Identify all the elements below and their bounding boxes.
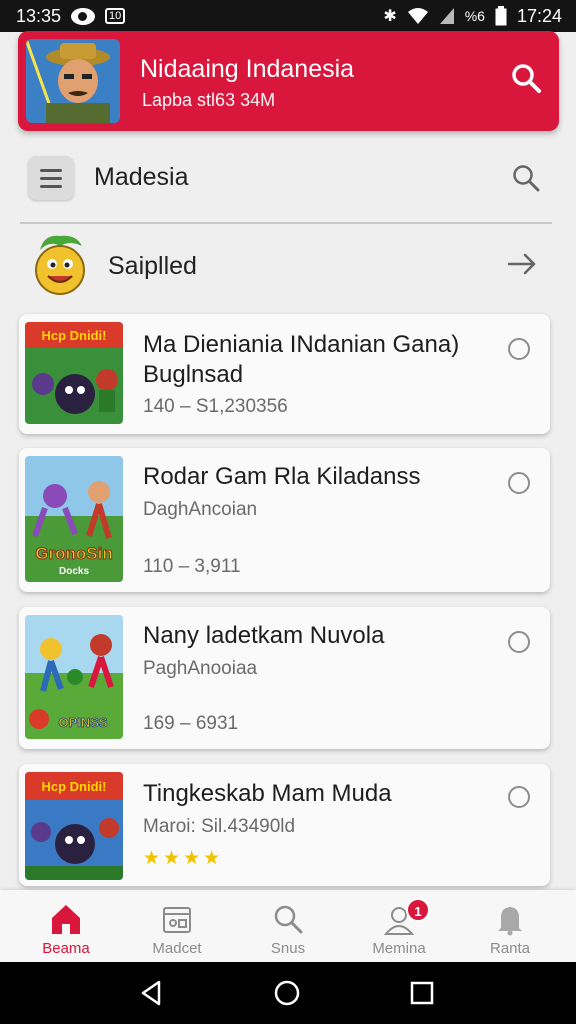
list-item[interactable]: OPINSS Nany ladetkam Nuvola PaghAnooiaa … [19,607,550,749]
list-item[interactable]: GronoSin Docks Rodar Gam Rla Kiladanss D… [19,448,550,592]
game-thumbnail: OPINSS [25,615,123,739]
app-header: Nidaaing Indanesia Lapba stl63 34M [18,31,559,131]
signal-icon [439,8,454,24]
nav-label: Beama [42,940,90,957]
back-icon[interactable] [137,978,167,1008]
radio-button[interactable] [508,786,530,808]
notification-box-icon: 10 [105,8,126,24]
radio-button[interactable] [508,338,530,360]
divider [20,222,552,224]
recents-icon[interactable] [407,978,437,1008]
status-bar: 13:35 10 ✱ %6 17:24 [0,0,576,32]
rating-stars: ★★★★ [143,848,224,869]
notification-badge: 1 [406,898,430,922]
item-title: Rodar Gam Rla Kiladanss [143,463,421,490]
section-label: Saiplled [108,252,197,280]
game-thumbnail: Hcp Dnidi! [25,772,123,880]
home-circle-icon[interactable] [272,978,302,1008]
radio-button[interactable] [508,472,530,494]
list-item[interactable]: Hcp Dnidi! Ma Dieniania INdanian Gana) B… [19,314,550,434]
nav-item-market[interactable]: Madcet [122,890,232,962]
thumb-banner-text: Hcp Dnidi! [42,328,107,343]
item-meta: 169 – 6931 [143,713,239,734]
nav-label: Ranta [489,940,531,957]
item-subtitle: Maroi: Sil.43490ld [143,816,296,837]
app-thumbnail[interactable] [26,39,120,123]
wifi-icon [407,8,428,24]
system-navigation-bar [0,962,576,1024]
toolbar: Madesia [20,150,552,206]
item-title: Nany ladetkam Nuvola [143,622,385,649]
network-label: %6 [464,8,485,24]
search-icon[interactable] [510,162,542,194]
item-title: Tingkeskab Mam Muda [143,780,392,807]
item-subtitle: PaghAnooiaa [143,658,258,679]
bluetooth-icon: ✱ [383,8,397,25]
bottom-navigation: Beama Madcet Snus 1 Memina Ranta [0,890,576,962]
nav-item-notifications[interactable]: Ranta [455,890,565,962]
home-icon [52,905,80,934]
menu-button[interactable] [28,156,74,200]
section-row[interactable]: Saiplled [20,228,552,304]
header-title: Nidaaing Indanesia [140,55,355,83]
game-thumbnail: Hcp Dnidi! [25,322,123,424]
status-time-left: 13:35 [16,5,62,26]
item-meta: 110 – 3,911 [143,556,241,577]
search-icon[interactable] [509,61,543,95]
market-icon [163,907,191,933]
game-thumbnail: GronoSin Docks [25,456,123,582]
nav-label: Memina [372,940,426,957]
nav-item-profile[interactable]: 1 Memina [344,890,454,962]
thumb-caption: GronoSin [35,544,112,563]
header-subtitle: Lapba stl63 34M [142,90,276,110]
thumb-banner-text: Hcp Dnidi! [42,779,107,794]
thumb-caption-secondary: Docks [59,566,89,577]
nav-item-home[interactable]: Beama [11,890,121,962]
nav-item-search[interactable]: Snus [233,890,343,962]
radio-button[interactable] [508,631,530,653]
menu-icon [40,168,62,172]
toolbar-title: Madesia [94,163,189,191]
thumb-caption: OPINSS [58,715,107,730]
arrow-right-icon[interactable] [506,248,538,280]
nav-label: Madcet [152,940,202,957]
bell-icon [498,907,522,936]
item-subtitle: DaghAncoian [143,499,258,520]
battery-icon [495,6,507,26]
eye-icon [71,7,96,25]
mascot-icon [35,235,85,295]
item-meta: 140 – S1,230356 [143,396,288,417]
status-time-right: 17:24 [516,5,562,26]
search-icon [274,905,303,934]
item-title: Ma Dieniania INdanian Gana) Buglnsad [143,331,460,388]
list-item[interactable]: Hcp Dnidi! Tingkeskab Mam Muda Maroi: Si… [19,764,550,886]
nav-label: Snus [270,940,306,957]
